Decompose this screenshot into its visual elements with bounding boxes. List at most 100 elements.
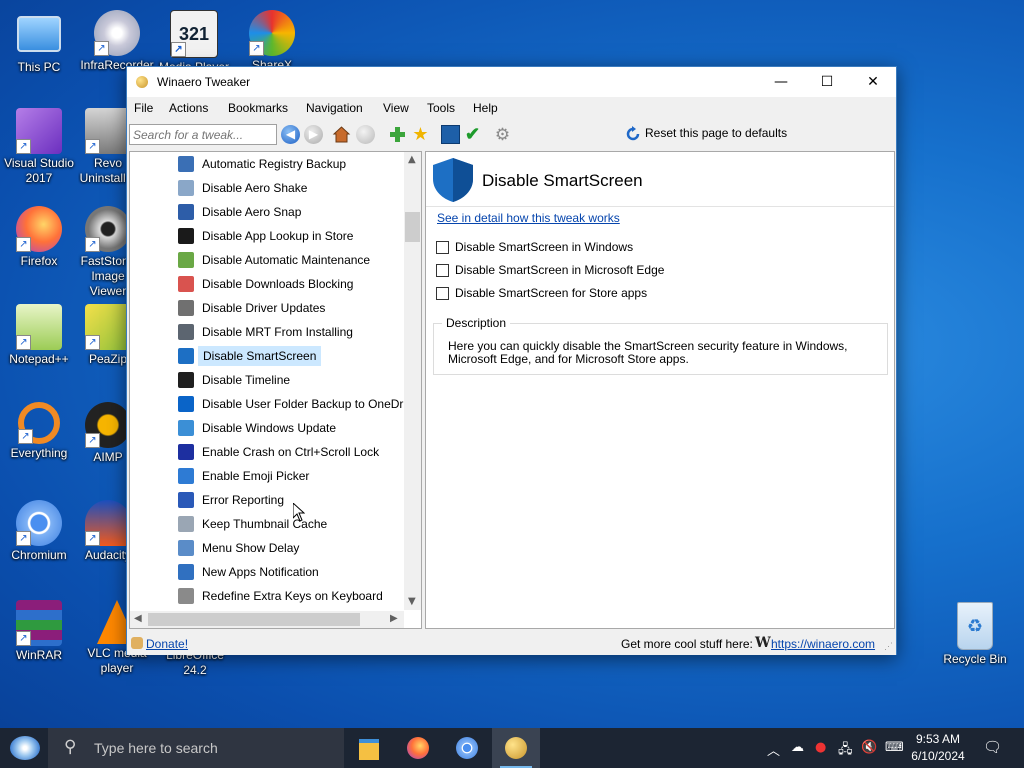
menu-actions[interactable]: Actions — [169, 101, 208, 115]
desktop-icon-recycle-bin[interactable]: ♻ Recycle Bin — [936, 602, 1014, 667]
tree-item[interactable]: Disable Driver Updates — [174, 297, 421, 319]
notepad-plus-icon: ↗ — [16, 304, 62, 350]
toolbar: ◀ ▶ ★ ✔ ⚙ Reset this page to defaults — [127, 119, 896, 149]
desktop-icon-label: Recycle Bin — [943, 652, 1007, 666]
horizontal-scroll-thumb[interactable] — [148, 613, 360, 626]
reset-page-button[interactable]: Reset this page to defaults — [645, 126, 787, 140]
driver-icon — [178, 300, 194, 316]
start-button[interactable] — [0, 728, 48, 768]
desktop-icon-this-pc[interactable]: This PC — [0, 10, 78, 75]
status-bar: Donate! Get more cool stuff here: W http… — [127, 633, 896, 655]
home-icon[interactable] — [332, 125, 351, 144]
desktop-icon-visual-studio[interactable]: ↗ Visual Studio 2017 — [0, 108, 78, 186]
title-bar[interactable]: Winaero Tweaker — ☐ ✕ — [127, 67, 896, 97]
tree-item[interactable]: Redefine Extra Keys on Keyboard — [174, 585, 421, 607]
menu-tools[interactable]: Tools — [427, 101, 455, 115]
scroll-left-icon[interactable]: ◀ — [134, 613, 142, 624]
tree-item[interactable]: New Apps Notification — [174, 561, 421, 583]
menu-navigation[interactable]: Navigation — [306, 101, 363, 115]
taskbar-winaero-tweaker[interactable] — [492, 728, 540, 768]
chromium-icon: ↗ — [16, 500, 62, 546]
option-label-store-apps[interactable]: Disable SmartScreen for Store apps — [455, 286, 647, 300]
scroll-down-icon[interactable]: ▼ — [408, 596, 416, 607]
tree-item[interactable]: Enable Emoji Picker — [174, 465, 421, 487]
menu-file[interactable]: File — [134, 101, 153, 115]
search-input[interactable] — [129, 124, 277, 145]
tweak-details-link[interactable]: See in detail how this tweak works — [437, 211, 620, 225]
taskbar-search-box[interactable]: ⚲ Type here to search — [48, 728, 344, 768]
search-icon: ⚲ — [64, 737, 77, 757]
option-checkbox-windows[interactable] — [436, 241, 449, 254]
network-icon[interactable]: 🖧 — [838, 740, 853, 762]
tree-item[interactable]: Enable Crash on Ctrl+Scroll Lock — [174, 441, 421, 463]
input-indicator-icon[interactable]: ⌨ — [885, 740, 904, 755]
desktop-icon-notepad-plus[interactable]: ↗ Notepad++ — [0, 304, 78, 367]
infrarecorder-icon: ↗ — [94, 10, 140, 56]
show-hidden-icons-icon[interactable]: ︿ — [767, 740, 780, 759]
tree-item[interactable]: Disable Timeline — [174, 369, 421, 391]
tree-item[interactable]: Disable Automatic Maintenance — [174, 249, 421, 271]
vertical-scrollbar[interactable]: ▲ ▼ — [404, 152, 421, 610]
notifications-icon[interactable]: 🗨 — [983, 738, 1002, 756]
computer-icon — [17, 16, 61, 52]
forward-arrow-icon[interactable]: ▶ — [304, 125, 323, 144]
desktop-icon-everything[interactable]: ↗ Everything — [0, 402, 78, 461]
taskbar-firefox[interactable] — [394, 728, 442, 768]
tray-chromium-update-icon[interactable]: ● — [815, 740, 826, 755]
option-checkbox-edge[interactable] — [436, 264, 449, 277]
tree-item[interactable]: Automatic Registry Backup — [174, 153, 421, 175]
menu-help[interactable]: Help — [473, 101, 498, 115]
option-label-edge[interactable]: Disable SmartScreen in Microsoft Edge — [455, 263, 664, 277]
menu-view[interactable]: View — [383, 101, 409, 115]
tree-item[interactable]: Disable Downloads Blocking — [174, 273, 421, 295]
desktop-icon-winrar[interactable]: ↗ WinRAR — [0, 600, 78, 663]
taskbar-file-explorer[interactable] — [345, 728, 393, 768]
registry-icon — [178, 156, 194, 172]
tree-item[interactable]: Disable SmartScreen — [174, 345, 421, 367]
shortcut-icon[interactable] — [441, 125, 460, 144]
refresh-icon[interactable] — [356, 125, 375, 144]
windows-update-icon — [178, 420, 194, 436]
donate-link[interactable]: Donate! — [146, 637, 188, 651]
tree-item[interactable]: Disable App Lookup in Store — [174, 225, 421, 247]
close-button[interactable]: ✕ — [850, 67, 896, 97]
tray-app-icon[interactable]: ☁ — [791, 740, 804, 755]
maximize-button[interactable]: ☐ — [804, 67, 850, 97]
apply-check-icon[interactable]: ✔ — [463, 125, 482, 144]
settings-gear-icon[interactable]: ⚙ — [493, 125, 512, 144]
tree-item[interactable]: Disable User Folder Backup to OneDrive — [174, 393, 421, 415]
vertical-scroll-thumb[interactable] — [405, 212, 420, 242]
scroll-right-icon[interactable]: ▶ — [390, 613, 398, 624]
volume-muted-icon[interactable]: 🔇 — [861, 740, 877, 755]
tree-item-label: Disable App Lookup in Store — [202, 229, 354, 243]
back-arrow-icon[interactable]: ◀ — [281, 125, 300, 144]
taskbar-chromium[interactable] — [443, 728, 491, 768]
add-bookmark-icon[interactable] — [388, 125, 407, 144]
tree-item[interactable]: Disable Aero Snap — [174, 201, 421, 223]
tree-item[interactable]: Disable MRT From Installing — [174, 321, 421, 343]
option-label-windows[interactable]: Disable SmartScreen in Windows — [455, 240, 633, 254]
minimize-button[interactable]: — — [758, 67, 804, 97]
system-clock[interactable]: 9:53 AM 6/10/2024 — [905, 731, 971, 765]
desktop-icon-chromium[interactable]: ↗ Chromium — [0, 500, 78, 563]
menu-bookmarks[interactable]: Bookmarks — [228, 101, 288, 115]
tree-item-label: Automatic Registry Backup — [202, 157, 347, 171]
resize-grip-icon[interactable]: ⋰ — [884, 641, 893, 652]
desktop-icon-infrarecorder[interactable]: ↗ InfraRecorder — [78, 10, 156, 73]
tree-item-label: Disable Automatic Maintenance — [202, 253, 371, 267]
firefox-icon — [407, 737, 429, 759]
desktop-icon-sharex[interactable]: ↗ ShareX — [233, 10, 311, 73]
desktop-icon-firefox[interactable]: ↗ Firefox — [0, 206, 78, 269]
winaero-link[interactable]: https://winaero.com — [771, 637, 875, 651]
tree-item[interactable]: Disable Windows Update — [174, 417, 421, 439]
firefox-icon: ↗ — [16, 206, 62, 252]
tree-item[interactable]: Menu Show Delay — [174, 537, 421, 559]
bookmarks-star-icon[interactable]: ★ — [411, 125, 430, 144]
scroll-up-icon[interactable]: ▲ — [408, 154, 416, 165]
tweak-tree[interactable]: Automatic Registry Backup Disable Aero Sh… — [129, 151, 422, 629]
option-checkbox-store-apps[interactable] — [436, 287, 449, 300]
horizontal-scrollbar[interactable]: ◀ ▶ — [130, 611, 404, 628]
maintenance-icon — [178, 252, 194, 268]
tree-item[interactable]: Disable Aero Shake — [174, 177, 421, 199]
tree-item-label: Error Reporting — [202, 493, 285, 507]
